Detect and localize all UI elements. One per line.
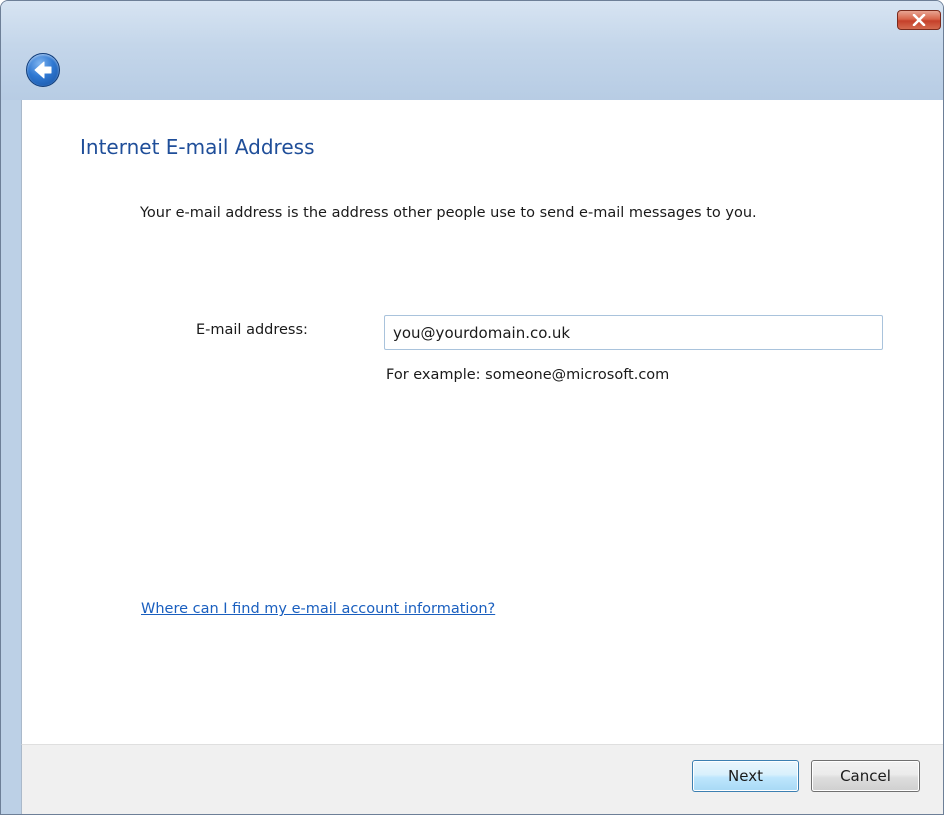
wizard-content: Internet E-mail Address Your e-mail addr… [21,100,943,744]
back-arrow-icon [34,61,52,79]
back-button[interactable] [26,53,60,87]
close-button[interactable] [897,10,941,30]
email-example-hint: For example: someone@microsoft.com [386,367,670,383]
email-label: E-mail address: [196,322,308,338]
wizard-footer: Next Cancel [21,744,943,814]
page-title: Internet E-mail Address [80,135,315,159]
page-description: Your e-mail address is the address other… [140,205,757,221]
window-chrome [1,1,943,100]
next-button[interactable]: Next [692,760,799,792]
cancel-button[interactable]: Cancel [811,760,920,792]
account-info-help-link[interactable]: Where can I find my e-mail account infor… [141,601,495,617]
wizard-window: Internet E-mail Address Your e-mail addr… [0,0,944,815]
email-input[interactable] [384,315,883,350]
close-icon [912,14,926,26]
